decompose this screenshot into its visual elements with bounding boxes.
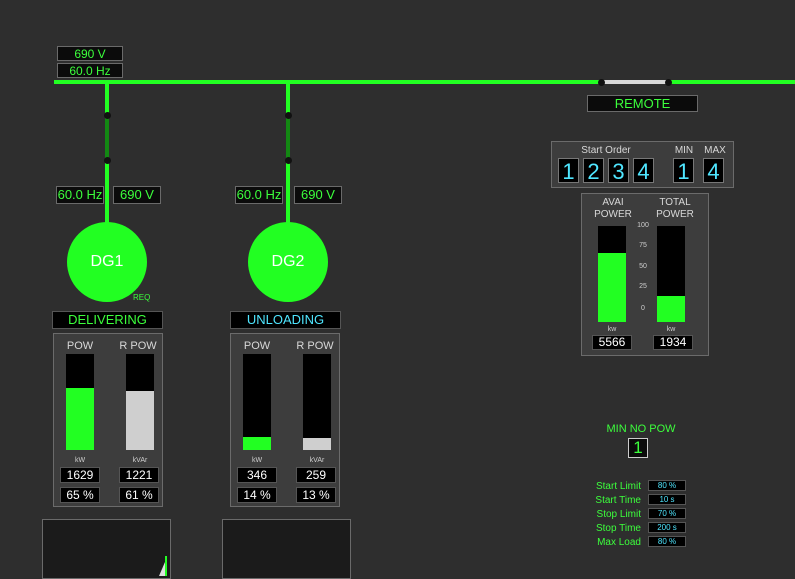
- dg2-breaker-node-top: [285, 112, 292, 119]
- dg1-rpow-label: R POW: [119, 340, 157, 352]
- max-load-label: Max Load: [597, 537, 641, 548]
- total-power-unit: kw: [666, 326, 676, 333]
- avail-power-bar: [598, 226, 626, 322]
- total-power-label-2: POWER: [656, 209, 694, 220]
- dg1-frequency-display: 60.0 Hz: [56, 186, 104, 204]
- dg2-generator-button[interactable]: DG2: [248, 222, 328, 302]
- total-power-value: 1934: [653, 335, 693, 350]
- dg2-pow-value: 346: [237, 467, 277, 483]
- start-limit-label: Start Limit: [595, 481, 641, 492]
- dg1-rpow-bar: [126, 354, 154, 450]
- dg1-rpow-bar-fill: [126, 391, 154, 450]
- total-power-bar: [657, 226, 685, 322]
- dg1-pow-unit: kW: [74, 457, 86, 464]
- dg2-feeder-lower: [286, 160, 290, 230]
- dg2-status: UNLOADING: [230, 311, 341, 329]
- dg2-rpow-percent: 13 %: [296, 487, 336, 503]
- scale-tick-100: 100: [637, 222, 649, 229]
- dg2-power-panel: POW R POW kW kVAr 346 259 14 % 13 %: [230, 333, 340, 507]
- dg2-rpow-unit: kVAr: [309, 457, 325, 464]
- max-label: MAX: [704, 145, 726, 156]
- max-load-value[interactable]: 80 %: [648, 536, 686, 547]
- dg2-voltage-display: 690 V: [294, 186, 342, 204]
- stop-limit-label: Stop Limit: [596, 509, 641, 520]
- dg2-pow-unit: kW: [251, 457, 263, 464]
- bus-frequency-display: 60.0 Hz: [57, 63, 123, 78]
- avail-power-label-2: POWER: [594, 209, 632, 220]
- dg1-pow-value: 1629: [60, 467, 100, 483]
- stop-time-label: Stop Time: [595, 523, 641, 534]
- dg2-trend-box: [222, 519, 351, 579]
- dg2-rpow-value: 259: [296, 467, 336, 483]
- start-order-digit-2[interactable]: 2: [583, 158, 604, 184]
- start-time-label: Start Time: [595, 495, 641, 506]
- min-digit[interactable]: 1: [673, 158, 694, 184]
- dg2-pow-percent: 14 %: [237, 487, 277, 503]
- avail-power-bar-fill: [598, 252, 626, 322]
- dg2-frequency-display: 60.0 Hz: [235, 186, 283, 204]
- dg1-pow-bar: [66, 354, 94, 450]
- dg1-feeder-lower: [105, 160, 109, 230]
- dg1-generator-button[interactable]: DG1: [67, 222, 147, 302]
- dg1-trend-line: [165, 556, 167, 576]
- dg2-pow-bar-fill: [243, 436, 271, 450]
- min-no-pow-label: MIN NO POW: [606, 423, 676, 435]
- scale-tick-0: 0: [641, 305, 645, 312]
- dg2-rpow-bar-fill: [303, 437, 331, 450]
- total-power-bar-fill: [657, 296, 685, 322]
- total-power-label-1: TOTAL: [659, 197, 691, 208]
- dg1-pow-bar-fill: [66, 387, 94, 450]
- avail-power-value: 5566: [592, 335, 632, 350]
- remote-indicator[interactable]: REMOTE: [587, 95, 698, 112]
- stop-limit-value[interactable]: 70 %: [648, 508, 686, 519]
- dg1-rpow-value: 1221: [119, 467, 159, 483]
- min-label: MIN: [674, 145, 694, 156]
- dg1-pow-percent: 65 %: [60, 487, 100, 503]
- power-availability-panel: AVAI POWER TOTAL POWER 100 75 50 25 0 kw…: [581, 193, 709, 356]
- scale-tick-50: 50: [639, 263, 647, 270]
- main-busbar: [54, 80, 795, 84]
- dg1-trend-box: [42, 519, 171, 579]
- breaker-node-left: [598, 79, 605, 86]
- max-digit[interactable]: 4: [703, 158, 724, 184]
- min-no-pow-value[interactable]: 1: [628, 438, 648, 458]
- start-order-digit-3[interactable]: 3: [608, 158, 629, 184]
- dg1-voltage-display: 690 V: [113, 186, 161, 204]
- dg2-rpow-label: R POW: [296, 340, 334, 352]
- dg1-breaker-node-bottom: [104, 157, 111, 164]
- start-time-value[interactable]: 10 s: [648, 494, 686, 505]
- start-order-digit-1[interactable]: 1: [558, 158, 579, 184]
- start-order-panel: Start Order MIN MAX 1 2 3 4 1 4: [551, 141, 734, 188]
- breaker-node-right: [665, 79, 672, 86]
- avail-power-label-1: AVAI: [602, 197, 624, 208]
- dg2-breaker[interactable]: [286, 116, 290, 160]
- dg1-rpow-percent: 61 %: [119, 487, 159, 503]
- dg1-breaker[interactable]: [105, 116, 109, 160]
- bus-breaker[interactable]: [602, 80, 668, 84]
- dg1-pow-label: POW: [66, 340, 94, 352]
- scale-tick-25: 25: [639, 283, 647, 290]
- dg1-req-label: REQ: [133, 293, 151, 302]
- dg2-breaker-node-bottom: [285, 157, 292, 164]
- dg2-pow-bar: [243, 354, 271, 450]
- dg1-breaker-node-top: [104, 112, 111, 119]
- dg2-pow-label: POW: [243, 340, 271, 352]
- start-limit-value[interactable]: 80 %: [648, 480, 686, 491]
- bus-voltage-display: 690 V: [57, 46, 123, 61]
- dg1-status: DELIVERING: [52, 311, 163, 329]
- dg1-rpow-unit: kVAr: [132, 457, 148, 464]
- scale-tick-75: 75: [639, 242, 647, 249]
- avail-power-unit: kw: [607, 326, 617, 333]
- dg2-rpow-bar: [303, 354, 331, 450]
- start-order-digit-4[interactable]: 4: [633, 158, 654, 184]
- start-order-label: Start Order: [581, 145, 631, 156]
- dg1-power-panel: POW R POW kW kVAr 1629 1221 65 % 61 %: [53, 333, 163, 507]
- stop-time-value[interactable]: 200 s: [648, 522, 686, 533]
